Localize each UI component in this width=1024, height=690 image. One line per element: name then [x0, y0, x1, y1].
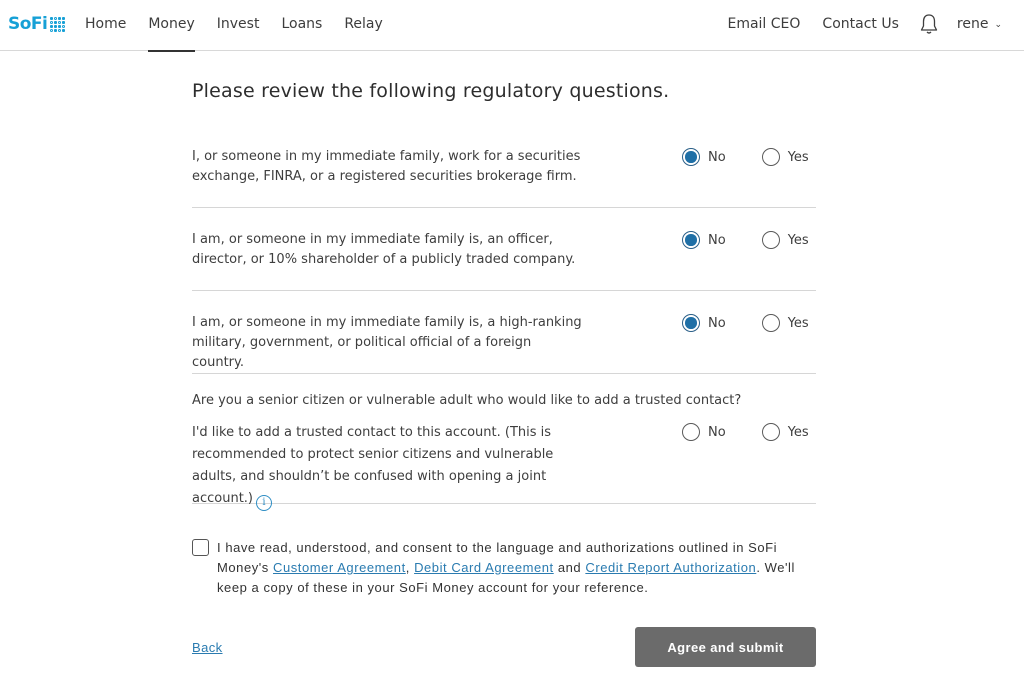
radio-group: No Yes [682, 231, 809, 249]
radio-circle[interactable] [761, 314, 780, 332]
sofi-logo[interactable]: SoFi [8, 13, 67, 35]
radio-yes[interactable]: Yes [761, 231, 809, 249]
radio-yes[interactable]: Yes [761, 314, 809, 332]
nav-item-money[interactable]: Money [148, 0, 196, 52]
bell-icon[interactable] [919, 0, 939, 39]
radio-label: Yes [787, 315, 809, 331]
radio-circle-selected[interactable] [682, 148, 700, 166]
user-name: rene [956, 16, 989, 32]
radio-circle[interactable] [761, 148, 780, 166]
credit-report-authorization-link[interactable]: Credit Report Authorization [585, 560, 756, 575]
question-text: I'd like to add a trusted contact to thi… [192, 425, 554, 506]
question-officer-director: I am, or someone in my immediate family … [192, 230, 816, 291]
page-title: Please review the following regulatory q… [192, 80, 670, 102]
question-text: I am, or someone in my immediate family … [192, 232, 576, 267]
radio-yes[interactable]: Yes [761, 148, 809, 166]
radio-group: No Yes [682, 314, 809, 332]
primary-nav: Home Money Invest Loans Relay [85, 0, 405, 52]
radio-label: Yes [787, 149, 809, 165]
radio-circle[interactable] [761, 423, 780, 441]
radio-yes[interactable]: Yes [761, 423, 809, 441]
question-securities-firm: I, or someone in my immediate family, wo… [192, 147, 816, 208]
nav-item-home[interactable]: Home [85, 0, 126, 51]
back-link[interactable]: Back [192, 640, 223, 655]
customer-agreement-link[interactable]: Customer Agreement [273, 560, 406, 575]
user-menu[interactable]: rene ⌄ [957, 0, 1002, 32]
radio-label: No [708, 232, 726, 248]
radio-label: No [708, 424, 726, 440]
radio-no[interactable]: No [682, 314, 726, 332]
question-trusted-contact: Are you a senior citizen or vulnerable a… [192, 391, 816, 511]
radio-label: Yes [787, 424, 809, 440]
consent-text: I have read, understood, and consent to … [217, 538, 817, 598]
logo-text: SoFi [8, 14, 48, 34]
radio-no[interactable]: No [682, 231, 726, 249]
radio-no[interactable]: No [682, 148, 726, 166]
radio-label: No [708, 149, 726, 165]
radio-label: Yes [787, 232, 809, 248]
radio-group: No Yes [682, 148, 809, 166]
radio-circle-selected[interactable] [682, 314, 700, 332]
radio-circle-selected[interactable] [682, 231, 700, 249]
question-foreign-official: I am, or someone in my immediate family … [192, 313, 816, 374]
contact-us-link[interactable]: Contact Us [822, 0, 898, 32]
question-heading: Are you a senior citizen or vulnerable a… [192, 393, 742, 408]
agree-and-submit-button[interactable]: Agree and submit [635, 627, 816, 667]
radio-circle[interactable] [761, 231, 780, 249]
chevron-down-icon: ⌄ [994, 19, 1002, 30]
radio-circle[interactable] [682, 423, 700, 441]
question-text: I am, or someone in my immediate family … [192, 315, 582, 370]
nav-item-loans[interactable]: Loans [281, 0, 322, 51]
radio-label: No [708, 315, 726, 331]
radio-group: No Yes [682, 423, 809, 441]
email-ceo-link[interactable]: Email CEO [727, 0, 800, 32]
info-icon[interactable]: i [256, 495, 272, 511]
consent-checkbox[interactable] [192, 539, 209, 556]
top-navigation: SoFi Home Money Invest Loans Relay Email… [0, 0, 1024, 52]
debit-card-agreement-link[interactable]: Debit Card Agreement [414, 560, 554, 575]
radio-no[interactable]: No [682, 423, 726, 441]
secondary-nav: Email CEO Contact Us rene ⌄ [705, 0, 1002, 51]
question-text: I, or someone in my immediate family, wo… [192, 149, 581, 184]
separator: and [553, 560, 586, 575]
question-text-wrap: I'd like to add a trusted contact to thi… [192, 422, 587, 511]
nav-item-invest[interactable]: Invest [217, 0, 260, 51]
nav-item-relay[interactable]: Relay [344, 0, 382, 51]
separator: , [405, 560, 415, 575]
logo-mark-icon [50, 16, 67, 32]
